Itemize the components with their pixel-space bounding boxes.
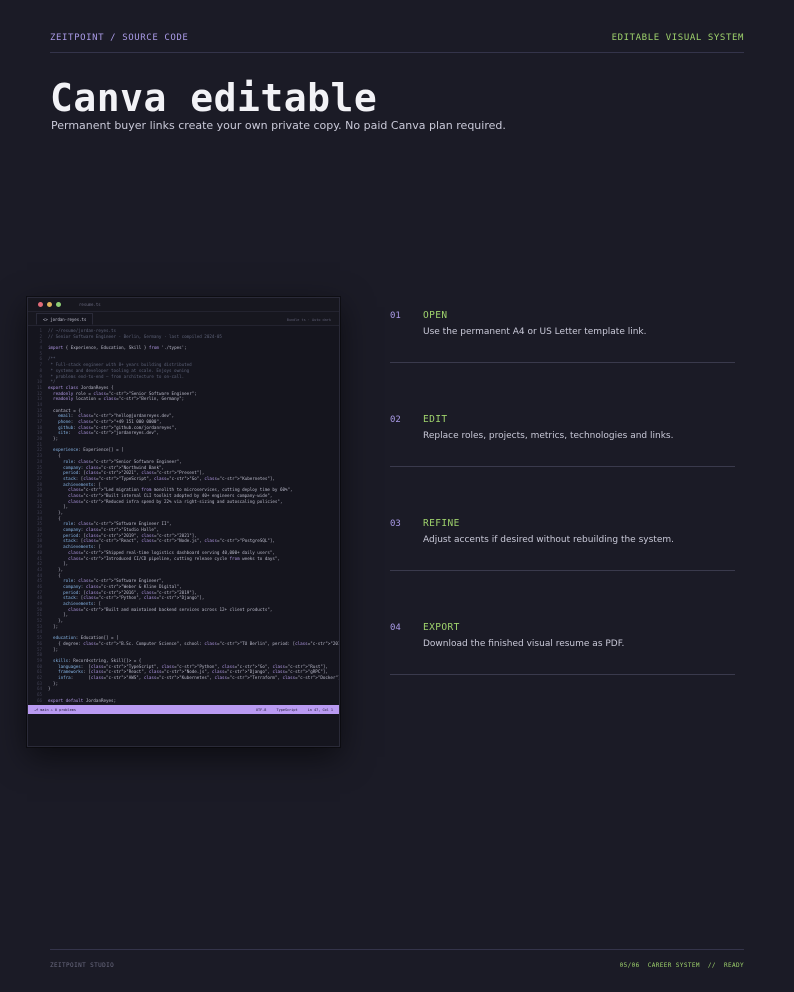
code-line: 56 { degree: class="c-str">"B.Sc. Comput… [28,641,339,647]
code-text: * problems end-to-end — from architectur… [48,373,185,379]
window-titlebar: resume.ts [28,298,339,312]
step-export: 04 EXPORT Download the finished visual r… [390,622,735,675]
page-subtitle: Permanent buyer links create your own pr… [51,119,506,132]
status-encoding[interactable]: UTF-8 [256,708,267,712]
code-text: site: class="c-str">"jordanreyes.dev", [58,430,159,436]
code-text: class="c-str">"Introduced CI/CD pipeline… [68,555,280,561]
step-description: Adjust accents if desired without rebuil… [423,535,674,545]
tab-jordan-reyes[interactable]: <> jordan-reyes.ts [36,313,94,325]
code-text: { degree: class="c-str">"B.Sc. Computer … [48,640,339,646]
editor-status-bar: ⎇ main ⚠ 0 problems UTF-8 TypeScript Ln … [28,705,339,714]
code-text: } [48,686,51,692]
step-number: 02 [390,415,401,425]
step-title: EDIT [423,414,448,425]
code-text: // Senior Software Engineer · Berlin, Ge… [48,333,222,339]
status-language[interactable]: TypeScript [277,708,298,712]
window-filename: resume.ts [79,302,101,307]
footer-status: 05/06 CAREER SYSTEM // READY [616,962,744,969]
step-description: Replace roles, projects, metrics, techno… [423,431,674,441]
footer-separator: // [707,962,716,969]
status-cursor[interactable]: Ln 47, Col 1 [308,708,333,712]
tagline-label: EDITABLE VISUAL SYSTEM [611,33,744,43]
tab-meta: Bundle ts · Auto dark [286,318,331,322]
code-text: }; [48,436,59,442]
footer-page: 05/06 [619,962,640,969]
footer-ready: READY [723,962,744,969]
step-edit: 02 EDIT Replace roles, projects, metrics… [390,414,735,467]
footer-label: CAREER SYSTEM [647,962,700,969]
code-text: import { Experience, Education, Skill } … [48,345,187,351]
minimize-window-icon[interactable] [47,302,52,307]
code-area[interactable]: 1// ~/resume/jordan-reyes.ts 2// Senior S… [28,328,339,703]
step-refine: 03 REFINE Adjust accents if desired with… [390,518,735,571]
close-window-icon[interactable] [38,302,43,307]
step-title: EXPORT [423,622,460,633]
code-text: infra: [class="c-str">"AWS", class="c-st… [58,674,340,680]
step-number: 04 [390,623,401,633]
code-text: export default JordanReyes; [48,697,117,703]
step-number: 03 [390,519,401,529]
step-title: REFINE [423,518,460,529]
code-editor-window: resume.ts <> jordan-reyes.ts Bundle ts ·… [27,297,340,747]
code-text: class="c-str">"Reduced infra spend by 22… [68,498,283,504]
code-text: readonly location = class="c-str">"Berli… [53,396,185,402]
step-number: 01 [390,311,401,321]
code-text: ]; [48,646,59,652]
step-description: Download the finished visual resume as P… [423,639,625,649]
code-line: 66 export default JordanReyes; [28,698,339,704]
line-number: 66 [36,697,42,703]
step-title: OPEN [423,310,448,321]
status-branch[interactable]: ⎇ main ⚠ 0 problems [34,708,76,712]
step-open: 01 OPEN Use the permanent A4 or US Lette… [390,310,735,363]
maximize-window-icon[interactable] [56,302,61,307]
editor-tab-bar: <> jordan-reyes.ts Bundle ts · Auto dark [28,312,339,326]
code-text: class="c-str">"Built and maintained back… [68,606,273,612]
step-description: Use the permanent A4 or US Letter templa… [423,327,647,337]
code-line: 62 infra: [class="c-str">"AWS", class="c… [28,675,339,681]
footer: ZEITPOINT STUDIO 05/06 CAREER SYSTEM // … [50,949,744,969]
brand-label: ZEITPOINT / SOURCE CODE [50,33,189,43]
page-title: Canva editable [50,76,378,120]
footer-brand: ZEITPOINT STUDIO [50,962,115,969]
code-text: ]; [48,623,59,629]
top-bar: ZEITPOINT / SOURCE CODE EDITABLE VISUAL … [50,33,744,53]
